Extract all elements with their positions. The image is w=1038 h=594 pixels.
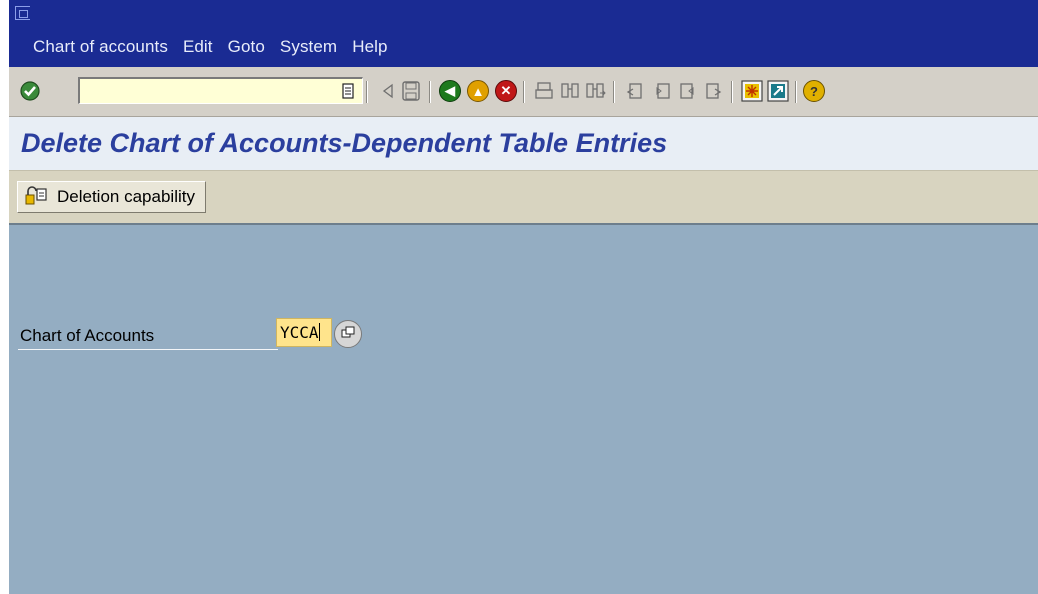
possible-entries-icon xyxy=(341,325,355,343)
save-icon[interactable] xyxy=(398,77,424,105)
command-dropdown-icon[interactable] xyxy=(335,77,361,105)
next-page-icon[interactable] xyxy=(675,77,701,105)
toolbar-separator xyxy=(523,81,525,103)
field-underline xyxy=(18,349,278,350)
chart-of-accounts-label: Chart of Accounts xyxy=(20,326,155,345)
first-page-icon[interactable] xyxy=(621,77,647,105)
toolbar-separator xyxy=(795,81,797,103)
back-icon[interactable]: ◀ xyxy=(437,77,463,105)
menu-edit[interactable]: Edit xyxy=(183,37,213,57)
previous-page-icon[interactable] xyxy=(649,77,675,105)
sap-window: Chart of accounts Edit Goto System Help … xyxy=(9,0,1038,594)
chart-of-accounts-input[interactable]: YCCA xyxy=(276,318,332,347)
shortcut-icon[interactable] xyxy=(765,77,791,105)
exit-icon[interactable]: ▲ xyxy=(465,77,491,105)
menu-list: Chart of accounts Edit Goto System Help xyxy=(33,37,388,57)
chart-of-accounts-value: YCCA xyxy=(280,323,319,342)
create-session-icon[interactable] xyxy=(739,77,765,105)
menu-bar: Chart of accounts Edit Goto System Help xyxy=(9,0,1038,67)
toolbar-separator xyxy=(366,81,368,103)
deletion-capability-icon xyxy=(24,184,48,211)
cancel-icon[interactable]: ✕ xyxy=(493,77,519,105)
menu-help[interactable]: Help xyxy=(352,37,387,57)
toolbar-separator xyxy=(731,81,733,103)
application-toolbar: Deletion capability xyxy=(9,170,1038,225)
print-icon[interactable] xyxy=(531,77,557,105)
command-field[interactable] xyxy=(78,77,363,104)
menu-goto[interactable]: Goto xyxy=(228,37,265,57)
find-icon[interactable] xyxy=(557,77,583,105)
deletion-capability-label: Deletion capability xyxy=(57,187,195,206)
toolbar-separator xyxy=(429,81,431,103)
standard-toolbar: ◀ ▲ ✕ ? xyxy=(9,67,1038,117)
system-menu-icon[interactable] xyxy=(15,6,30,20)
menu-chart-of-accounts[interactable]: Chart of accounts xyxy=(33,37,168,57)
enter-icon[interactable] xyxy=(17,77,43,105)
find-next-icon[interactable] xyxy=(583,77,609,105)
toolbar-separator xyxy=(613,81,615,103)
menu-system[interactable]: System xyxy=(280,37,337,57)
last-page-icon[interactable] xyxy=(701,77,727,105)
title-bar: Delete Chart of Accounts-Dependent Table… xyxy=(9,117,1038,170)
value-help-button[interactable] xyxy=(334,320,362,348)
help-icon[interactable]: ? xyxy=(801,77,827,105)
text-cursor xyxy=(318,323,320,341)
deletion-capability-button[interactable]: Deletion capability xyxy=(17,181,206,213)
page-title: Delete Chart of Accounts-Dependent Table… xyxy=(21,128,668,158)
